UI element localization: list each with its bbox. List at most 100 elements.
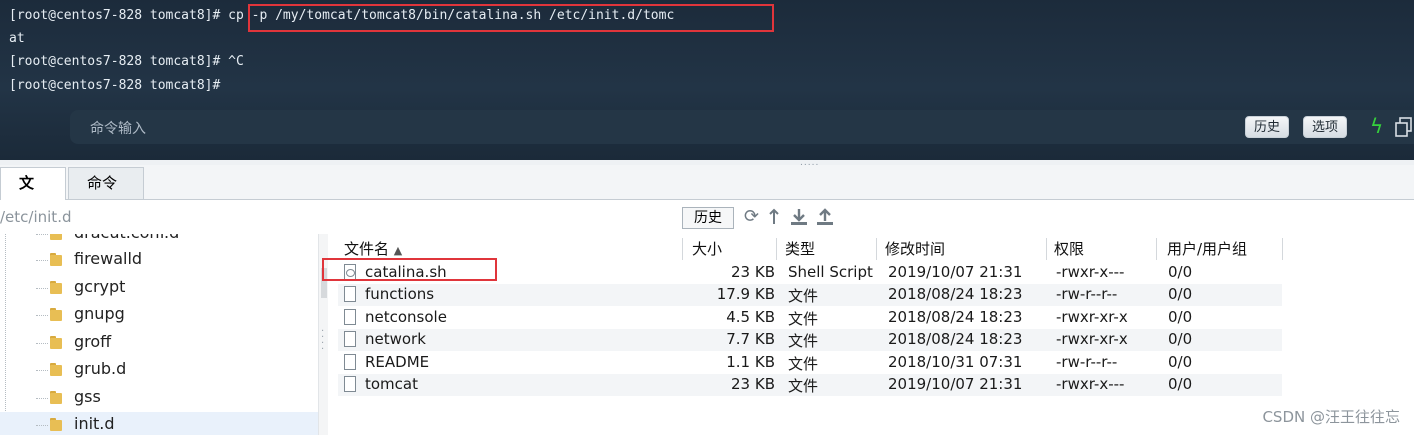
- file-owner: 0/0: [1168, 263, 1193, 281]
- file-permission: -rwxr-x---: [1056, 263, 1125, 281]
- column-divider[interactable]: [1046, 238, 1047, 260]
- terminal-line: [root@centos7-828 tomcat8]# ^C: [9, 54, 244, 69]
- file-modified: 2019/10/07 21:31: [888, 263, 1023, 281]
- tree-item-label: grub.d: [74, 359, 127, 378]
- file-owner: 0/0: [1168, 330, 1193, 348]
- command-input-placeholder[interactable]: 命令输入: [90, 118, 146, 138]
- column-header-permission[interactable]: 权限: [1054, 238, 1084, 259]
- file-type: 文件: [788, 332, 819, 350]
- folder-icon: [50, 336, 64, 350]
- copy-icon[interactable]: [1394, 116, 1414, 138]
- terminal-line: at: [9, 31, 25, 46]
- tree-item-label: init.d: [74, 414, 115, 433]
- tree-item-label: gnupg: [74, 304, 125, 323]
- file-owner: 0/0: [1168, 375, 1193, 393]
- file-row[interactable]: tomcat 23 KB 文件 2019/10/07 21:31 -rwxr-x…: [338, 374, 1282, 396]
- path-bar: /etc/init.d 历史 ⟳: [0, 200, 1414, 234]
- sort-ascending-icon: ▲: [393, 244, 403, 257]
- folder-icon: [50, 253, 64, 267]
- bolt-icon[interactable]: ϟ: [1370, 114, 1383, 138]
- tree-item[interactable]: gss: [0, 385, 318, 411]
- file-size: 23 KB: [731, 263, 775, 281]
- command-input-bar[interactable]: 命令输入 历史 选项 ϟ: [70, 110, 1414, 144]
- folder-icon: [50, 391, 64, 405]
- file-owner: 0/0: [1168, 308, 1193, 326]
- file-permission: -rwxr-xr-x: [1056, 308, 1128, 326]
- tree-item-label: gss: [74, 387, 101, 406]
- resize-grip-icon[interactable]: · · · ·: [321, 327, 324, 355]
- tree-item[interactable]: gcrypt: [0, 275, 318, 301]
- file-row[interactable]: network 7.7 KB 文件 2018/08/24 18:23 -rwxr…: [338, 329, 1282, 351]
- download-icon[interactable]: [789, 208, 809, 226]
- file-modified: 2018/08/24 18:23: [888, 285, 1023, 303]
- folder-icon: [50, 363, 64, 377]
- file-icon: [344, 309, 356, 325]
- file-type: 文件: [788, 377, 819, 395]
- file-icon: [344, 376, 356, 392]
- folder-icon: [50, 234, 64, 241]
- tree-item-label: gcrypt: [74, 277, 126, 296]
- file-row[interactable]: README 1.1 KB 文件 2018/10/31 07:31 -rw-r-…: [338, 352, 1282, 374]
- path-input[interactable]: /etc/init.d: [0, 208, 71, 226]
- file-type: Shell Script: [788, 263, 873, 281]
- tree-item-label: groff: [74, 332, 112, 351]
- tree-item[interactable]: dracut.conf.d: [0, 234, 318, 247]
- file-row[interactable]: functions 17.9 KB 文件 2018/08/24 18:23 -r…: [338, 284, 1282, 306]
- file-modified: 2018/10/31 07:31: [888, 353, 1023, 371]
- upload-icon[interactable]: [815, 208, 835, 226]
- file-size: 4.5 KB: [726, 308, 775, 326]
- terminal-panel[interactable]: [root@centos7-828 tomcat8]# cp -p /my/to…: [0, 0, 1414, 160]
- history-button[interactable]: 历史: [1245, 116, 1290, 138]
- file-icon: [344, 286, 356, 302]
- column-divider[interactable]: [682, 238, 683, 260]
- file-size: 1.1 KB: [726, 353, 775, 371]
- tree-item[interactable]: grub.d: [0, 357, 318, 383]
- tree-item-selected[interactable]: init.d: [0, 412, 318, 435]
- column-divider[interactable]: [1156, 238, 1157, 260]
- tab-bar: 文件 命令: [0, 165, 1414, 222]
- file-name: netconsole: [365, 308, 447, 326]
- tab-command[interactable]: 命令: [68, 167, 144, 199]
- file-type: 文件: [788, 287, 819, 305]
- file-type: 文件: [788, 355, 819, 373]
- file-modified: 2018/08/24 18:23: [888, 308, 1023, 326]
- tree-item-label: firewalld: [74, 249, 143, 268]
- up-arrow-icon[interactable]: [768, 208, 780, 226]
- directory-tree[interactable]: dracut.conf.d firewalld gcrypt gnupg gro…: [0, 234, 318, 435]
- column-header-size[interactable]: 大小: [692, 238, 722, 259]
- file-size: 17.9 KB: [716, 285, 775, 303]
- watermark: CSDN @汪王往往忘: [1262, 408, 1400, 426]
- file-icon: [344, 354, 356, 370]
- folder-icon: [50, 281, 64, 295]
- file-icon: [344, 331, 356, 347]
- file-modified: 2019/10/07 21:31: [888, 375, 1023, 393]
- tree-item[interactable]: groff: [0, 330, 318, 356]
- file-type: 文件: [788, 310, 819, 328]
- tab-file[interactable]: 文件: [0, 167, 66, 222]
- column-header-name[interactable]: 文件名 ▲: [344, 238, 402, 259]
- file-size: 23 KB: [731, 375, 775, 393]
- file-owner: 0/0: [1168, 353, 1193, 371]
- folder-open-icon: [50, 418, 64, 432]
- file-size: 7.7 KB: [726, 330, 775, 348]
- column-divider[interactable]: [1282, 238, 1283, 260]
- file-highlight-box: [322, 258, 497, 281]
- file-owner: 0/0: [1168, 285, 1193, 303]
- column-divider[interactable]: [776, 238, 777, 260]
- file-row[interactable]: netconsole 4.5 KB 文件 2018/08/24 18:23 -r…: [338, 307, 1282, 329]
- tree-item[interactable]: gnupg: [0, 302, 318, 328]
- path-history-button[interactable]: 历史: [682, 207, 734, 229]
- options-button[interactable]: 选项: [1303, 116, 1348, 138]
- refresh-icon[interactable]: ⟳: [744, 206, 759, 228]
- column-header-modified[interactable]: 修改时间: [885, 238, 945, 259]
- file-permission: -rwxr-xr-x: [1056, 330, 1128, 348]
- file-permission: -rw-r--r--: [1056, 353, 1118, 371]
- file-name: tomcat: [365, 375, 418, 393]
- tree-item[interactable]: firewalld: [0, 247, 318, 273]
- file-name: network: [365, 330, 426, 348]
- folder-icon: [50, 308, 64, 322]
- column-header-owner[interactable]: 用户/用户组: [1167, 238, 1247, 259]
- tree-item-label: dracut.conf.d: [74, 234, 179, 242]
- column-divider[interactable]: [876, 238, 877, 260]
- column-header-type[interactable]: 类型: [785, 238, 815, 259]
